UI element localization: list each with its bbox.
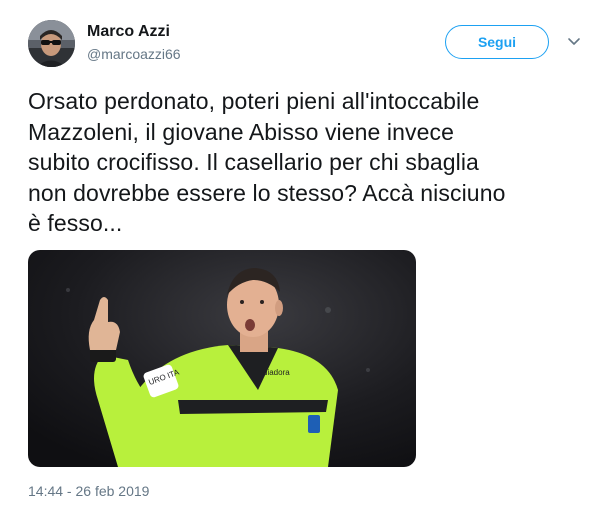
tweet-timestamp[interactable]: 14:44 - 26 feb 2019 <box>28 483 149 499</box>
tweet-text-line: Mazzoleni, il giovane Abisso viene invec… <box>28 118 455 145</box>
tweet-header: Marco Azzi @marcoazzi66 Segui <box>0 0 600 80</box>
referee-photo: diadora URO ITA <box>28 250 416 467</box>
tweet-text-line: è fesso... <box>28 210 123 236</box>
follow-button[interactable]: Segui <box>445 25 549 59</box>
user-handle[interactable]: @marcoazzi66 <box>87 46 181 62</box>
avatar-photo <box>28 20 75 67</box>
tweet-text-line: subito crocifisso. Il casellario per chi… <box>28 149 479 175</box>
tweet-text-line: Orsato perdonato, poteri pieni all'intoc… <box>28 88 480 114</box>
tweet-media-image[interactable]: diadora URO ITA <box>28 250 416 467</box>
chevron-down-icon[interactable] <box>567 36 581 48</box>
avatar[interactable] <box>28 20 75 67</box>
svg-text:diadora: diadora <box>263 368 290 377</box>
tweet-text-line: non dovrebbe essere lo stesso? Accà nisc… <box>28 179 506 206</box>
display-name[interactable]: Marco Azzi <box>87 23 170 41</box>
tweet-text: Orsato perdonato, poteri pieni all'intoc… <box>28 86 588 239</box>
